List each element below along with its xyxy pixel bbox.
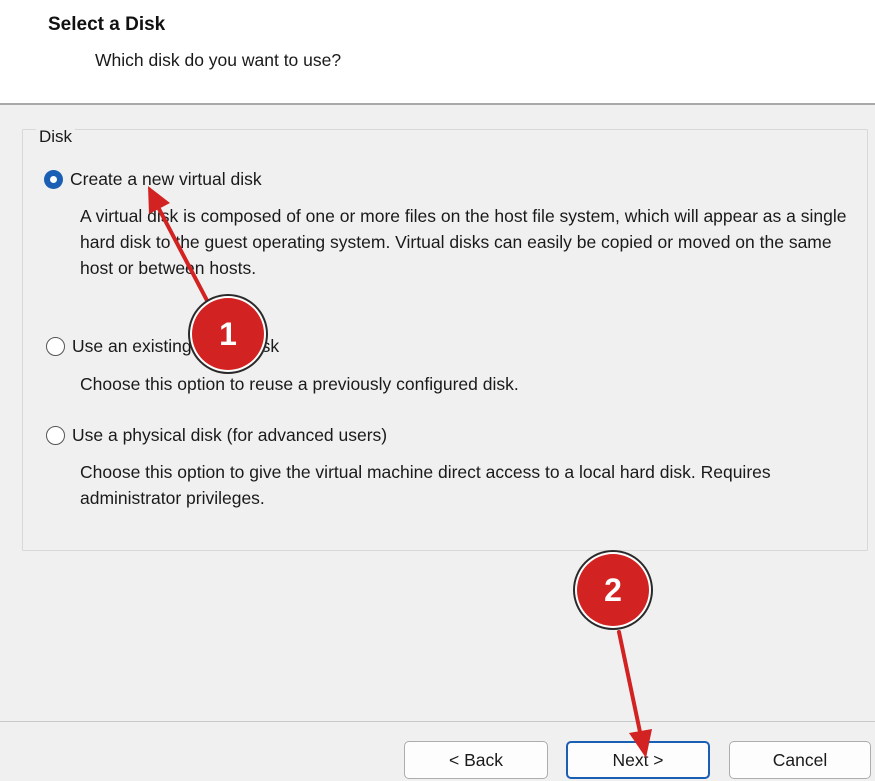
- wizard-header: Select a Disk Which disk do you want to …: [0, 0, 875, 103]
- radio-button-checked[interactable]: [44, 170, 63, 189]
- description-create-new-disk: A virtual disk is composed of one or mor…: [80, 206, 847, 278]
- radio-button-unchecked[interactable]: [46, 426, 65, 445]
- description-use-physical-disk: Choose this option to give the virtual m…: [80, 462, 771, 508]
- back-button[interactable]: < Back: [404, 741, 548, 779]
- radio-use-physical-disk[interactable]: Use a physical disk (for advanced users): [46, 425, 387, 446]
- disk-group-legend: Disk: [36, 127, 76, 147]
- radio-button-unchecked[interactable]: [46, 337, 65, 356]
- wizard-body: [0, 105, 875, 721]
- radio-label-use-physical-disk: Use a physical disk (for advanced users): [72, 425, 388, 445]
- description-use-existing-disk: Choose this option to reuse a previously…: [80, 374, 519, 394]
- wizard-window: Select a Disk Which disk do you want to …: [0, 0, 875, 781]
- page-subtitle: Which disk do you want to use?: [95, 50, 342, 70]
- page-title: Select a Disk: [48, 14, 166, 35]
- annotation-badge-1: 1: [192, 298, 264, 370]
- radio-create-new-disk[interactable]: Create a new virtual disk: [44, 169, 262, 190]
- cancel-button[interactable]: Cancel: [729, 741, 871, 779]
- next-button[interactable]: Next >: [566, 741, 710, 779]
- radio-label-create-new-disk: Create a new virtual disk: [70, 169, 262, 189]
- wizard-footer: < Back Next > Cancel: [0, 722, 875, 781]
- annotation-badge-2: 2: [577, 554, 649, 626]
